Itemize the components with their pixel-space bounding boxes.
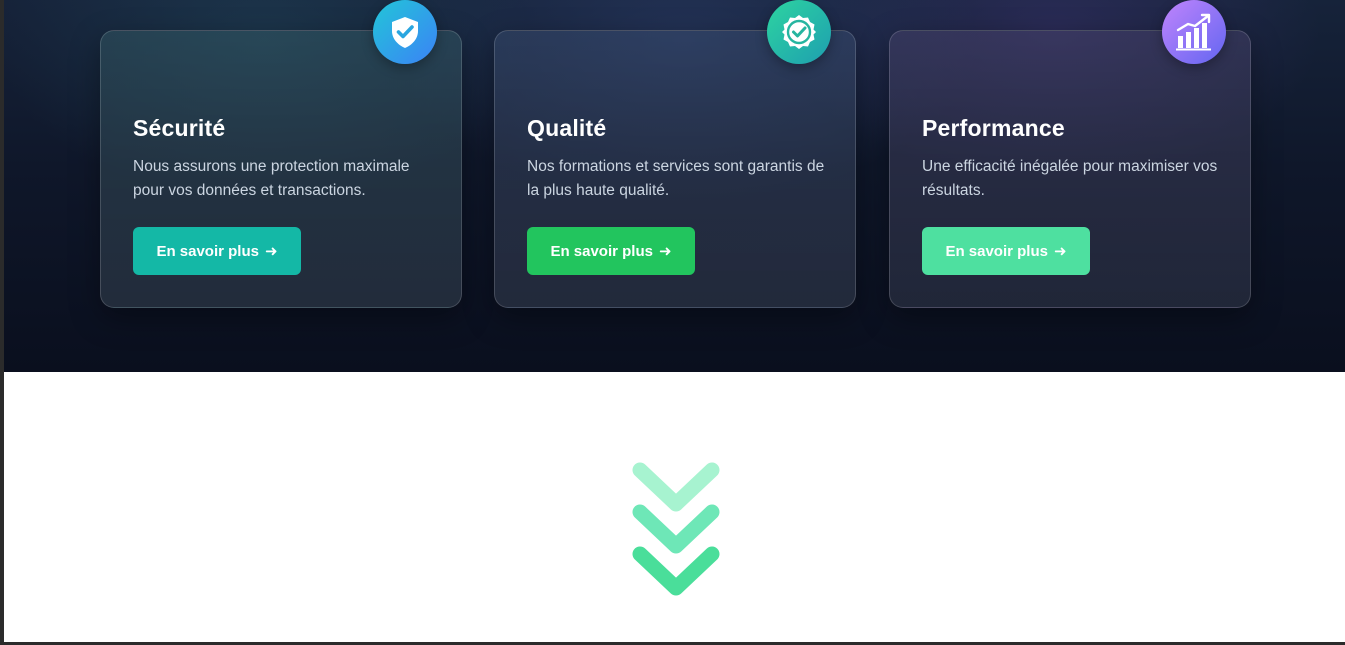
learn-more-button-qualite[interactable]: En savoir plus ➜ bbox=[527, 227, 695, 275]
feature-description: Nous assurons une protection maximale po… bbox=[133, 158, 410, 199]
feature-description: Une efficacité inégalée pour maximiser v… bbox=[922, 158, 1218, 199]
button-label: En savoir plus bbox=[945, 242, 1048, 260]
features-section: Sécurité Nous assurons une protection ma… bbox=[4, 0, 1345, 372]
feature-card-performance: Performance Une efficacité inégalée pour… bbox=[889, 0, 1251, 308]
learn-more-button-securite[interactable]: En savoir plus ➜ bbox=[133, 227, 301, 275]
feature-card-qualite: Qualité Nos formations et services sont … bbox=[494, 0, 856, 308]
button-label: En savoir plus bbox=[156, 242, 259, 260]
triple-chevron-down-icon[interactable] bbox=[630, 460, 722, 600]
arrow-right-icon: ➜ bbox=[658, 243, 672, 260]
feature-card-securite: Sécurité Nous assurons une protection ma… bbox=[100, 0, 462, 308]
feature-description: Nos formations et services sont garantis… bbox=[527, 158, 825, 199]
button-label: En savoir plus bbox=[550, 242, 653, 260]
feature-title: Performance bbox=[922, 115, 1065, 141]
arrow-right-icon: ➜ bbox=[264, 243, 278, 260]
chart-growth-icon bbox=[1162, 0, 1226, 64]
badge-check-icon bbox=[767, 0, 831, 64]
page-frame: Sécurité Nous assurons une protection ma… bbox=[4, 0, 1345, 642]
feature-title: Qualité bbox=[527, 115, 607, 141]
scroll-section bbox=[4, 372, 1345, 642]
shield-check-icon bbox=[373, 0, 437, 64]
arrow-right-icon: ➜ bbox=[1053, 243, 1067, 260]
feature-title: Sécurité bbox=[133, 115, 226, 141]
learn-more-button-performance[interactable]: En savoir plus ➜ bbox=[922, 227, 1090, 275]
